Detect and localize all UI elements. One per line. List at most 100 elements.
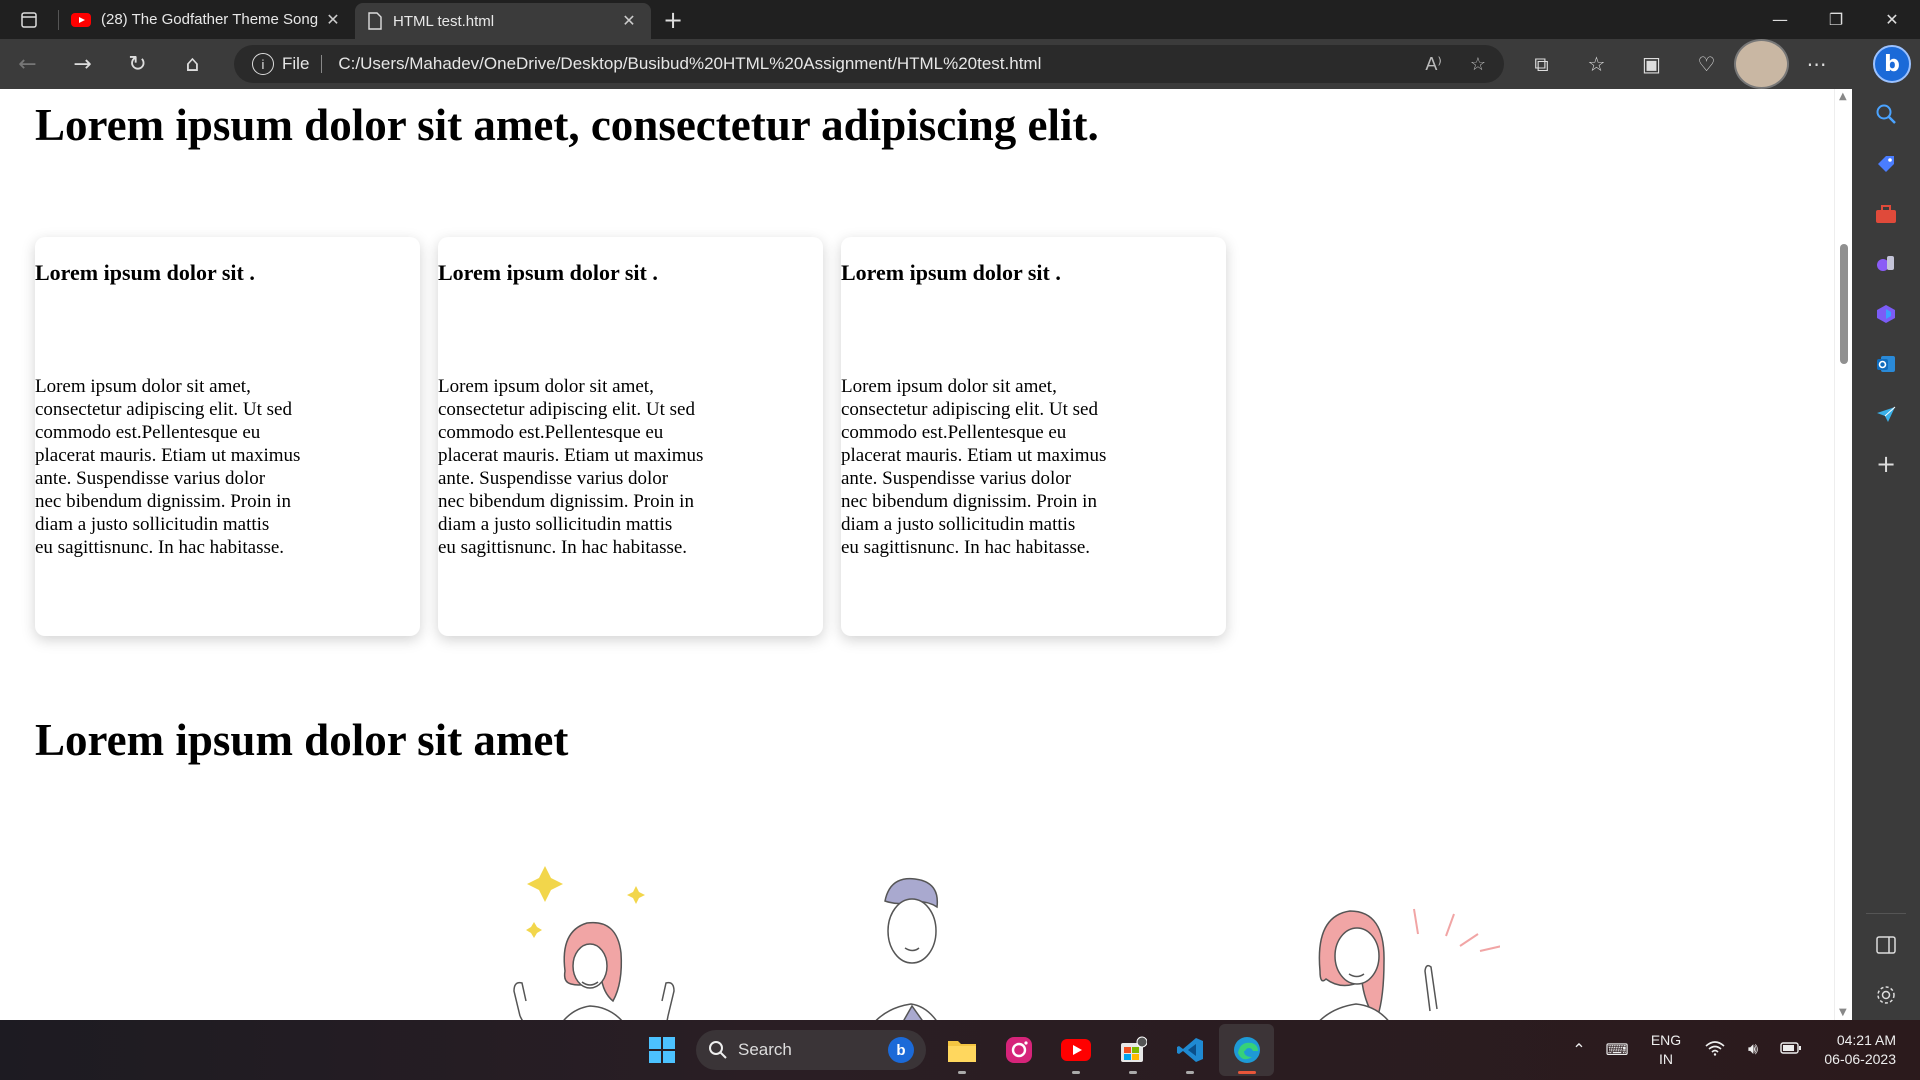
refresh-button[interactable]: ↻ <box>110 39 165 89</box>
bing-chat-button[interactable]: b <box>1864 39 1920 89</box>
card: Lorem ipsum dolor sit . Lorem ipsum dolo… <box>438 237 823 636</box>
tab-html-test[interactable]: HTML test.html ✕ <box>355 3 651 39</box>
toolbox-icon <box>1876 205 1896 223</box>
page-scrollbar[interactable]: ▲ ▼ <box>1834 89 1852 1020</box>
running-indicator <box>1185 1071 1194 1074</box>
sidebar-settings-button[interactable] <box>1852 970 1920 1020</box>
performance-icon[interactable]: ♡ <box>1679 39 1734 89</box>
start-button[interactable] <box>636 1024 688 1076</box>
sidebar-office-button[interactable] <box>1852 289 1920 339</box>
url-input[interactable]: i File C:/Users/Mahadev/OneDrive/Desktop… <box>234 45 1504 83</box>
home-button[interactable]: ⌂ <box>165 39 220 89</box>
wifi-icon[interactable] <box>1696 1040 1734 1061</box>
card-line: placerat mauris. Etiam ut maximus <box>35 445 301 466</box>
sidebar-games-button[interactable] <box>1852 239 1920 289</box>
vscode-icon <box>1176 1038 1203 1062</box>
toolbar-icons: ⧉ ☆ ▣ ♡ ⋯ <box>1514 39 1844 89</box>
outlook-icon <box>1877 356 1895 372</box>
sidebar-shopping-button[interactable] <box>1852 139 1920 189</box>
card: Lorem ipsum dolor sit . Lorem ipsum dolo… <box>35 237 420 636</box>
sidebar-outlook-button[interactable] <box>1852 339 1920 389</box>
collections-icon[interactable]: ▣ <box>1624 39 1679 89</box>
taskbar-youtube[interactable] <box>1048 1024 1103 1076</box>
card-title: Lorem ipsum dolor sit . <box>841 260 1061 285</box>
system-clock[interactable]: 04:21 AM 06-06-2023 <box>1810 1031 1920 1069</box>
more-options-icon[interactable]: ⋯ <box>1789 39 1844 89</box>
new-tab-button[interactable]: + <box>651 0 695 39</box>
tab-actions-button[interactable] <box>0 0 58 39</box>
folder-icon <box>947 1041 976 1062</box>
restore-icon[interactable]: ❐ <box>1808 0 1864 39</box>
youtube-icon <box>1060 1039 1091 1061</box>
taskbar-edge[interactable] <box>1219 1024 1274 1076</box>
taskbar-search[interactable]: Search b <box>696 1030 926 1070</box>
card-body: Lorem ipsum dolor sit amet, consectetur … <box>438 375 738 559</box>
card-line: eu sagittisnunc. In hac habitasse. <box>35 537 285 558</box>
sidebar-tools-button[interactable] <box>1852 189 1920 239</box>
card-line: nec bibendum dignissim. Proin in <box>35 491 291 512</box>
back-button[interactable]: ← <box>0 39 55 89</box>
card-line: commodo est.Pellentesque eu <box>841 422 1067 443</box>
sidebar-search-button[interactable] <box>1852 89 1920 139</box>
profile-button[interactable] <box>1734 39 1789 89</box>
close-icon[interactable]: ✕ <box>619 11 639 31</box>
card-line: Lorem ipsum dolor sit amet, <box>841 376 1057 397</box>
url-text: C:/Users/Mahadev/OneDrive/Desktop/Busibu… <box>338 54 1042 73</box>
scroll-up-icon[interactable]: ▲ <box>1839 91 1847 102</box>
people-illustration <box>513 866 1500 1020</box>
favorites-icon[interactable]: ☆ <box>1569 39 1624 89</box>
card-line: ante. Suspendisse varius dolor <box>841 468 1072 489</box>
window-controls: — ❐ ✕ <box>1752 0 1920 39</box>
section-heading: Lorem ipsum dolor sit amet <box>35 715 569 765</box>
close-window-icon[interactable]: ✕ <box>1864 0 1920 39</box>
taskbar-center: Search b <box>636 1020 1274 1080</box>
sidebar-telegram-button[interactable] <box>1852 389 1920 439</box>
card-line: Lorem ipsum dolor sit amet, <box>438 376 654 397</box>
favorite-star-icon[interactable]: ☆ <box>1470 54 1486 75</box>
card-line: ante. Suspendisse varius dolor <box>35 468 266 489</box>
taskbar-file-explorer[interactable] <box>934 1024 989 1076</box>
card-body: Lorem ipsum dolor sit amet, consectetur … <box>35 375 335 559</box>
sidebar-hide-button[interactable] <box>1852 920 1920 970</box>
taskbar-store[interactable] <box>1105 1024 1160 1076</box>
system-tray: ⌃ ⌨ ENG IN 🔊︎ 04:21 AM 06-06-2023 <box>1560 1020 1920 1080</box>
page-content: Lorem ipsum dolor sit amet, consectetur … <box>0 89 1852 1020</box>
volume-icon[interactable]: 🔊︎ <box>1734 1041 1772 1059</box>
scroll-thumb[interactable] <box>1840 244 1848 364</box>
forward-button[interactable]: → <box>55 39 110 89</box>
language-indicator[interactable]: ENG IN <box>1636 1031 1696 1069</box>
extensions-icon[interactable]: ⧉ <box>1514 39 1569 89</box>
minimize-icon[interactable]: — <box>1752 0 1808 39</box>
bing-icon: b <box>888 1037 914 1063</box>
battery-icon[interactable] <box>1772 1041 1810 1059</box>
tab-youtube[interactable]: (28) The Godfather Theme Song ✕ <box>59 0 355 39</box>
taskbar-vscode[interactable] <box>1162 1024 1217 1076</box>
sidebar-add-button[interactable]: + <box>1852 439 1920 489</box>
card-line: placerat mauris. Etiam ut maximus <box>438 445 704 466</box>
scroll-down-icon[interactable]: ▼ <box>1839 1007 1847 1018</box>
read-aloud-icon[interactable]: A⁾ <box>1425 54 1441 75</box>
tab-bar: (28) The Godfather Theme Song ✕ HTML tes… <box>0 0 1920 39</box>
card-line: ante. Suspendisse varius dolor <box>438 468 669 489</box>
edge-icon <box>1233 1037 1260 1063</box>
windows-icon <box>649 1037 675 1063</box>
running-indicator <box>1071 1071 1080 1074</box>
taskbar: Search b ⌃ ⌨ ENG IN 🔊︎ 04:21 AM 06-06-20… <box>0 1020 1920 1080</box>
sidebar-bottom <box>1852 913 1920 1020</box>
card-line: Lorem ipsum dolor sit amet, <box>35 376 251 397</box>
keyboard-icon[interactable]: ⌨ <box>1598 1040 1636 1060</box>
chevron-up-icon[interactable]: ⌃ <box>1560 1040 1598 1060</box>
edge-sidebar: + <box>1852 89 1920 1020</box>
taskbar-instagram[interactable] <box>991 1024 1046 1076</box>
running-indicator <box>1237 1071 1256 1074</box>
card: Lorem ipsum dolor sit . Lorem ipsum dolo… <box>841 237 1226 636</box>
card-line: consectetur adipiscing elit. Ut sed <box>35 399 292 420</box>
close-icon[interactable]: ✕ <box>323 10 343 30</box>
info-icon[interactable]: i <box>252 53 274 75</box>
tab-title: HTML test.html <box>393 12 495 30</box>
clock-time: 04:21 AM <box>1836 1032 1896 1048</box>
gear-icon <box>1877 986 1895 1004</box>
card-line: placerat mauris. Etiam ut maximus <box>841 445 1107 466</box>
card-line: consectetur adipiscing elit. Ut sed <box>841 399 1098 420</box>
tab-actions-icon <box>21 11 37 28</box>
